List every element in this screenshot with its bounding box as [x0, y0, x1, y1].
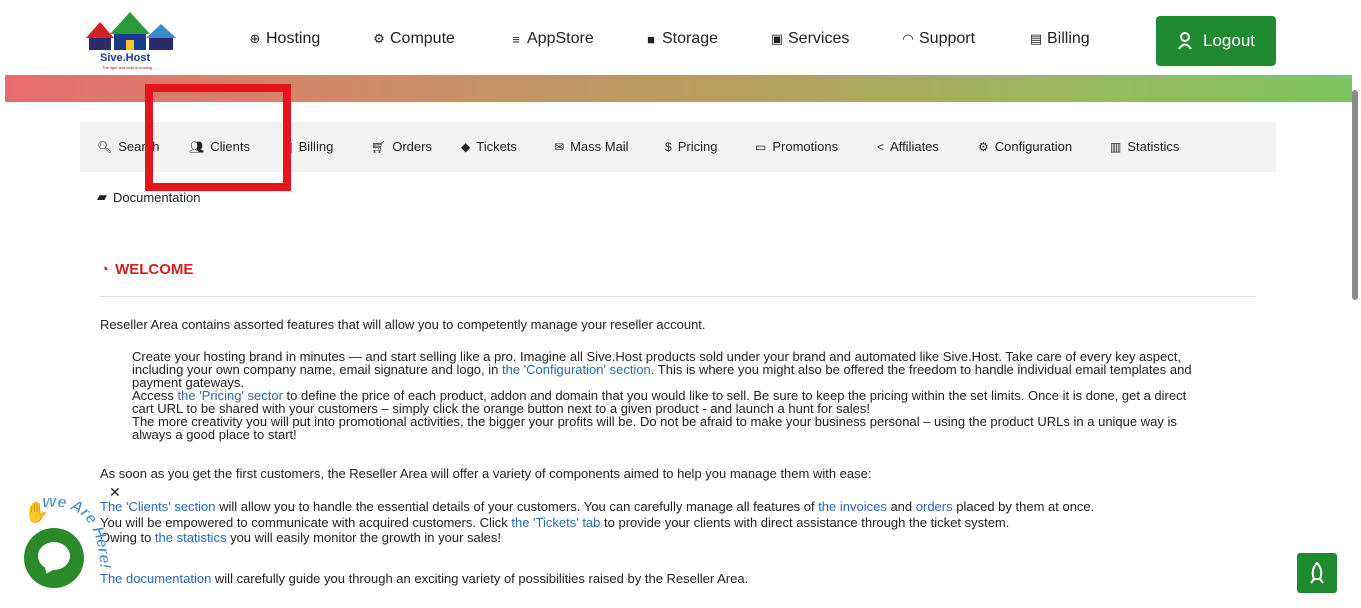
gear-icon: ⚙ — [373, 31, 385, 46]
receipt-icon: ▤ — [1029, 31, 1043, 46]
nav-label: AppStore — [527, 30, 594, 47]
cart-icon: 🛒︎ — [371, 139, 387, 154]
scroll-top-button[interactable] — [1297, 553, 1337, 593]
nav-label: Billing — [1047, 30, 1090, 47]
subnav-statistics[interactable]: ▥ Statistics — [1110, 139, 1179, 154]
logo-houses-icon — [86, 12, 176, 50]
brand-paragraph-line2: including your own company name, email s… — [132, 363, 1192, 376]
top-header: Sive.Host The light and best in hosting … — [0, 0, 1361, 76]
subnav-label: Configuration — [994, 139, 1073, 154]
subnav-promotions[interactable]: ▭ Promotions — [755, 139, 838, 154]
invoices-link[interactable]: the invoices — [818, 499, 887, 514]
intro-text: Reseller Area contains assorted features… — [100, 317, 706, 332]
chat-close-button[interactable]: ✕ — [109, 484, 121, 501]
subnav-pricing[interactable]: $ Pricing — [665, 139, 717, 154]
text: will carefully guide you through an exci… — [211, 571, 749, 586]
welcome-heading: ◔ WELCOME — [100, 261, 193, 278]
text: You will be empowered to communicate wit… — [100, 515, 512, 530]
text: will allow you to handle the essential d… — [215, 499, 819, 514]
book-icon: ▰ — [97, 189, 107, 204]
clients-highlight-box — [145, 84, 291, 191]
user-icon — [1178, 32, 1192, 50]
nav-hosting[interactable]: ⊕ Hosting — [248, 30, 321, 48]
text: and — [886, 499, 916, 514]
logout-button[interactable]: Logout — [1156, 16, 1276, 66]
envelope-icon: ✉ — [554, 139, 565, 154]
statistics-paragraph: Owing to the statistics you will easily … — [100, 531, 501, 544]
nav-billing[interactable]: ▤ Billing — [1029, 30, 1090, 48]
divider — [100, 296, 1256, 297]
nav-label: Compute — [390, 30, 455, 47]
welcome-title: WELCOME — [115, 261, 194, 278]
subnav-label: Documentation — [113, 189, 201, 205]
box-icon: ■ — [647, 31, 655, 47]
nav-compute[interactable]: ⚙ Compute — [372, 30, 455, 48]
text: . This is where you might also be offere… — [650, 362, 1192, 377]
nav-storage[interactable]: ■ Storage — [644, 30, 718, 48]
subnav-label: Orders — [392, 139, 432, 154]
nav-label: Storage — [662, 30, 719, 47]
nav-label: Services — [788, 30, 850, 47]
subnav-affiliates[interactable]: < Affiliates — [877, 139, 939, 154]
page-scrollbar[interactable] — [1352, 90, 1358, 300]
nav-label: Hosting — [266, 30, 321, 47]
dollar-icon: $ — [665, 139, 672, 154]
subnav-billing[interactable]: ▯ Billing — [286, 139, 333, 154]
configuration-link[interactable]: the 'Configuration' section — [502, 362, 651, 377]
tickets-tab-link[interactable]: the 'Tickets' tab — [511, 515, 600, 530]
site-logo[interactable]: Sive.Host The light and best in hosting — [84, 10, 180, 70]
nav-appstore[interactable]: ≡ AppStore — [509, 30, 594, 48]
subnav-label: Tickets — [476, 139, 517, 154]
database-icon: ≡ — [512, 31, 520, 47]
logout-label: Logout — [1203, 31, 1255, 50]
subnav-mass-mail[interactable]: ✉ Mass Mail — [554, 139, 629, 154]
logo-tagline: The light and best in hosting — [102, 65, 153, 70]
documentation-paragraph: The documentation will carefully guide y… — [100, 572, 748, 585]
subnav-configuration[interactable]: ⚙ Configuration — [978, 139, 1072, 154]
globe-icon: ⊕ — [249, 31, 261, 46]
text: to provide your clients with direct assi… — [600, 515, 1010, 530]
cogs-icon: ⚙ — [978, 139, 989, 154]
clients-paragraph: The 'Clients' section will allow you to … — [100, 500, 1094, 513]
subnav-label: Pricing — [677, 139, 718, 154]
subnav-label: Promotions — [772, 139, 839, 154]
bar-chart-icon: ▥ — [1110, 139, 1122, 154]
subnav-label: Affiliates — [890, 139, 939, 154]
search-icon: 🔍︎ — [97, 139, 113, 154]
tickets-paragraph: You will be empowered to communicate wit… — [100, 516, 1009, 529]
nav-support[interactable]: ◠ Support — [901, 30, 975, 48]
statistics-link[interactable]: the statistics — [155, 530, 227, 545]
logo-text: Sive.Host — [100, 52, 151, 64]
creativity-paragraph-line2: always a good place to start! — [132, 427, 297, 442]
subnav-label: Billing — [298, 139, 334, 154]
nav-services[interactable]: ▣ Services — [770, 30, 850, 48]
dashboard-icon: ◔ — [100, 261, 110, 278]
headset-icon: ◠ — [902, 31, 914, 46]
chat-launcher-button[interactable] — [24, 528, 84, 588]
subnav-label: Mass Mail — [570, 139, 629, 154]
rocket-icon — [1310, 562, 1324, 584]
subnav-tickets[interactable]: ◆ Tickets — [461, 139, 517, 154]
subnav-label: Statistics — [1127, 139, 1180, 154]
orders-link[interactable]: orders — [916, 499, 953, 514]
second-intro-text: As soon as you get the first customers, … — [100, 466, 872, 481]
share-icon: < — [877, 139, 885, 154]
text: placed by them at once. — [952, 499, 1095, 514]
subnav-orders[interactable]: 🛒︎ Orders — [371, 139, 432, 154]
ticket-icon: ◆ — [461, 139, 471, 154]
subnav-documentation[interactable]: ▰ Documentation — [97, 189, 200, 205]
text: you will easily monitor the growth in yo… — [226, 530, 502, 545]
nav-label: Support — [919, 30, 976, 47]
money-icon: ▭ — [755, 139, 767, 154]
gift-icon: ▣ — [770, 31, 784, 46]
